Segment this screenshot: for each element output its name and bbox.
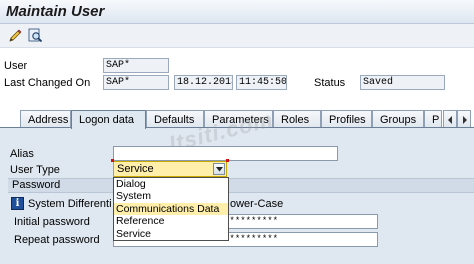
repeat-password-label: Repeat password [14, 234, 100, 246]
change-button[interactable] [7, 27, 24, 44]
status-label: Status [314, 77, 346, 89]
required-marker [111, 159, 114, 162]
dropdown-option-communications-data[interactable]: Communications Data [114, 202, 228, 216]
tab-scroll-right-button[interactable] [457, 110, 471, 128]
user-type-dropdown-list: Dialog System Communications Data Refere… [113, 177, 229, 241]
tab-more[interactable]: P [424, 110, 442, 128]
user-field: SAP* [103, 58, 169, 73]
last-changed-label: Last Changed On [4, 77, 91, 89]
user-type-select[interactable]: Service [113, 161, 227, 177]
alias-label: Alias [10, 148, 34, 160]
last-changed-time-field: 11:45:50 [236, 75, 287, 90]
tab-scroll-left-button[interactable] [443, 110, 457, 128]
scroll-left-icon [448, 115, 452, 124]
tab-groups[interactable]: Groups [372, 110, 424, 128]
status-field: Saved [360, 75, 445, 90]
dropdown-option-service[interactable]: Service [114, 228, 228, 240]
display-button[interactable] [27, 27, 44, 44]
last-changed-date-field: 18.12.2013 [174, 75, 233, 90]
scroll-right-icon [463, 115, 467, 124]
title-bar: Maintain User [0, 0, 474, 24]
last-changed-by-field: SAP* [103, 75, 169, 90]
password-group-header: Password [8, 178, 474, 193]
user-label: User [4, 60, 28, 72]
tab-profiles[interactable]: Profiles [321, 110, 372, 128]
dropdown-option-system[interactable]: System [114, 190, 228, 202]
tab-address[interactable]: Address [20, 110, 71, 128]
dropdown-arrow-button[interactable] [213, 163, 225, 175]
page-title: Maintain User [6, 3, 105, 20]
required-marker [226, 159, 229, 162]
dropdown-option-dialog[interactable]: Dialog [114, 178, 228, 190]
initial-password-label: Initial password [14, 216, 90, 228]
info-icon[interactable]: i [11, 197, 24, 210]
tab-roles[interactable]: Roles [273, 110, 321, 128]
application-toolbar [0, 24, 474, 48]
user-type-value: Service [117, 163, 154, 175]
chevron-down-icon [215, 166, 223, 171]
system-differentiation-label: System Differentiat [28, 198, 112, 210]
dropdown-option-reference[interactable]: Reference [114, 215, 228, 227]
pencil-edit-icon [9, 29, 22, 42]
display-magnifier-icon [28, 28, 43, 43]
user-type-label: User Type [10, 164, 60, 176]
tab-logon-data[interactable]: Logon data [71, 110, 146, 129]
lowercase-hint-label: ower-Case [230, 198, 284, 210]
